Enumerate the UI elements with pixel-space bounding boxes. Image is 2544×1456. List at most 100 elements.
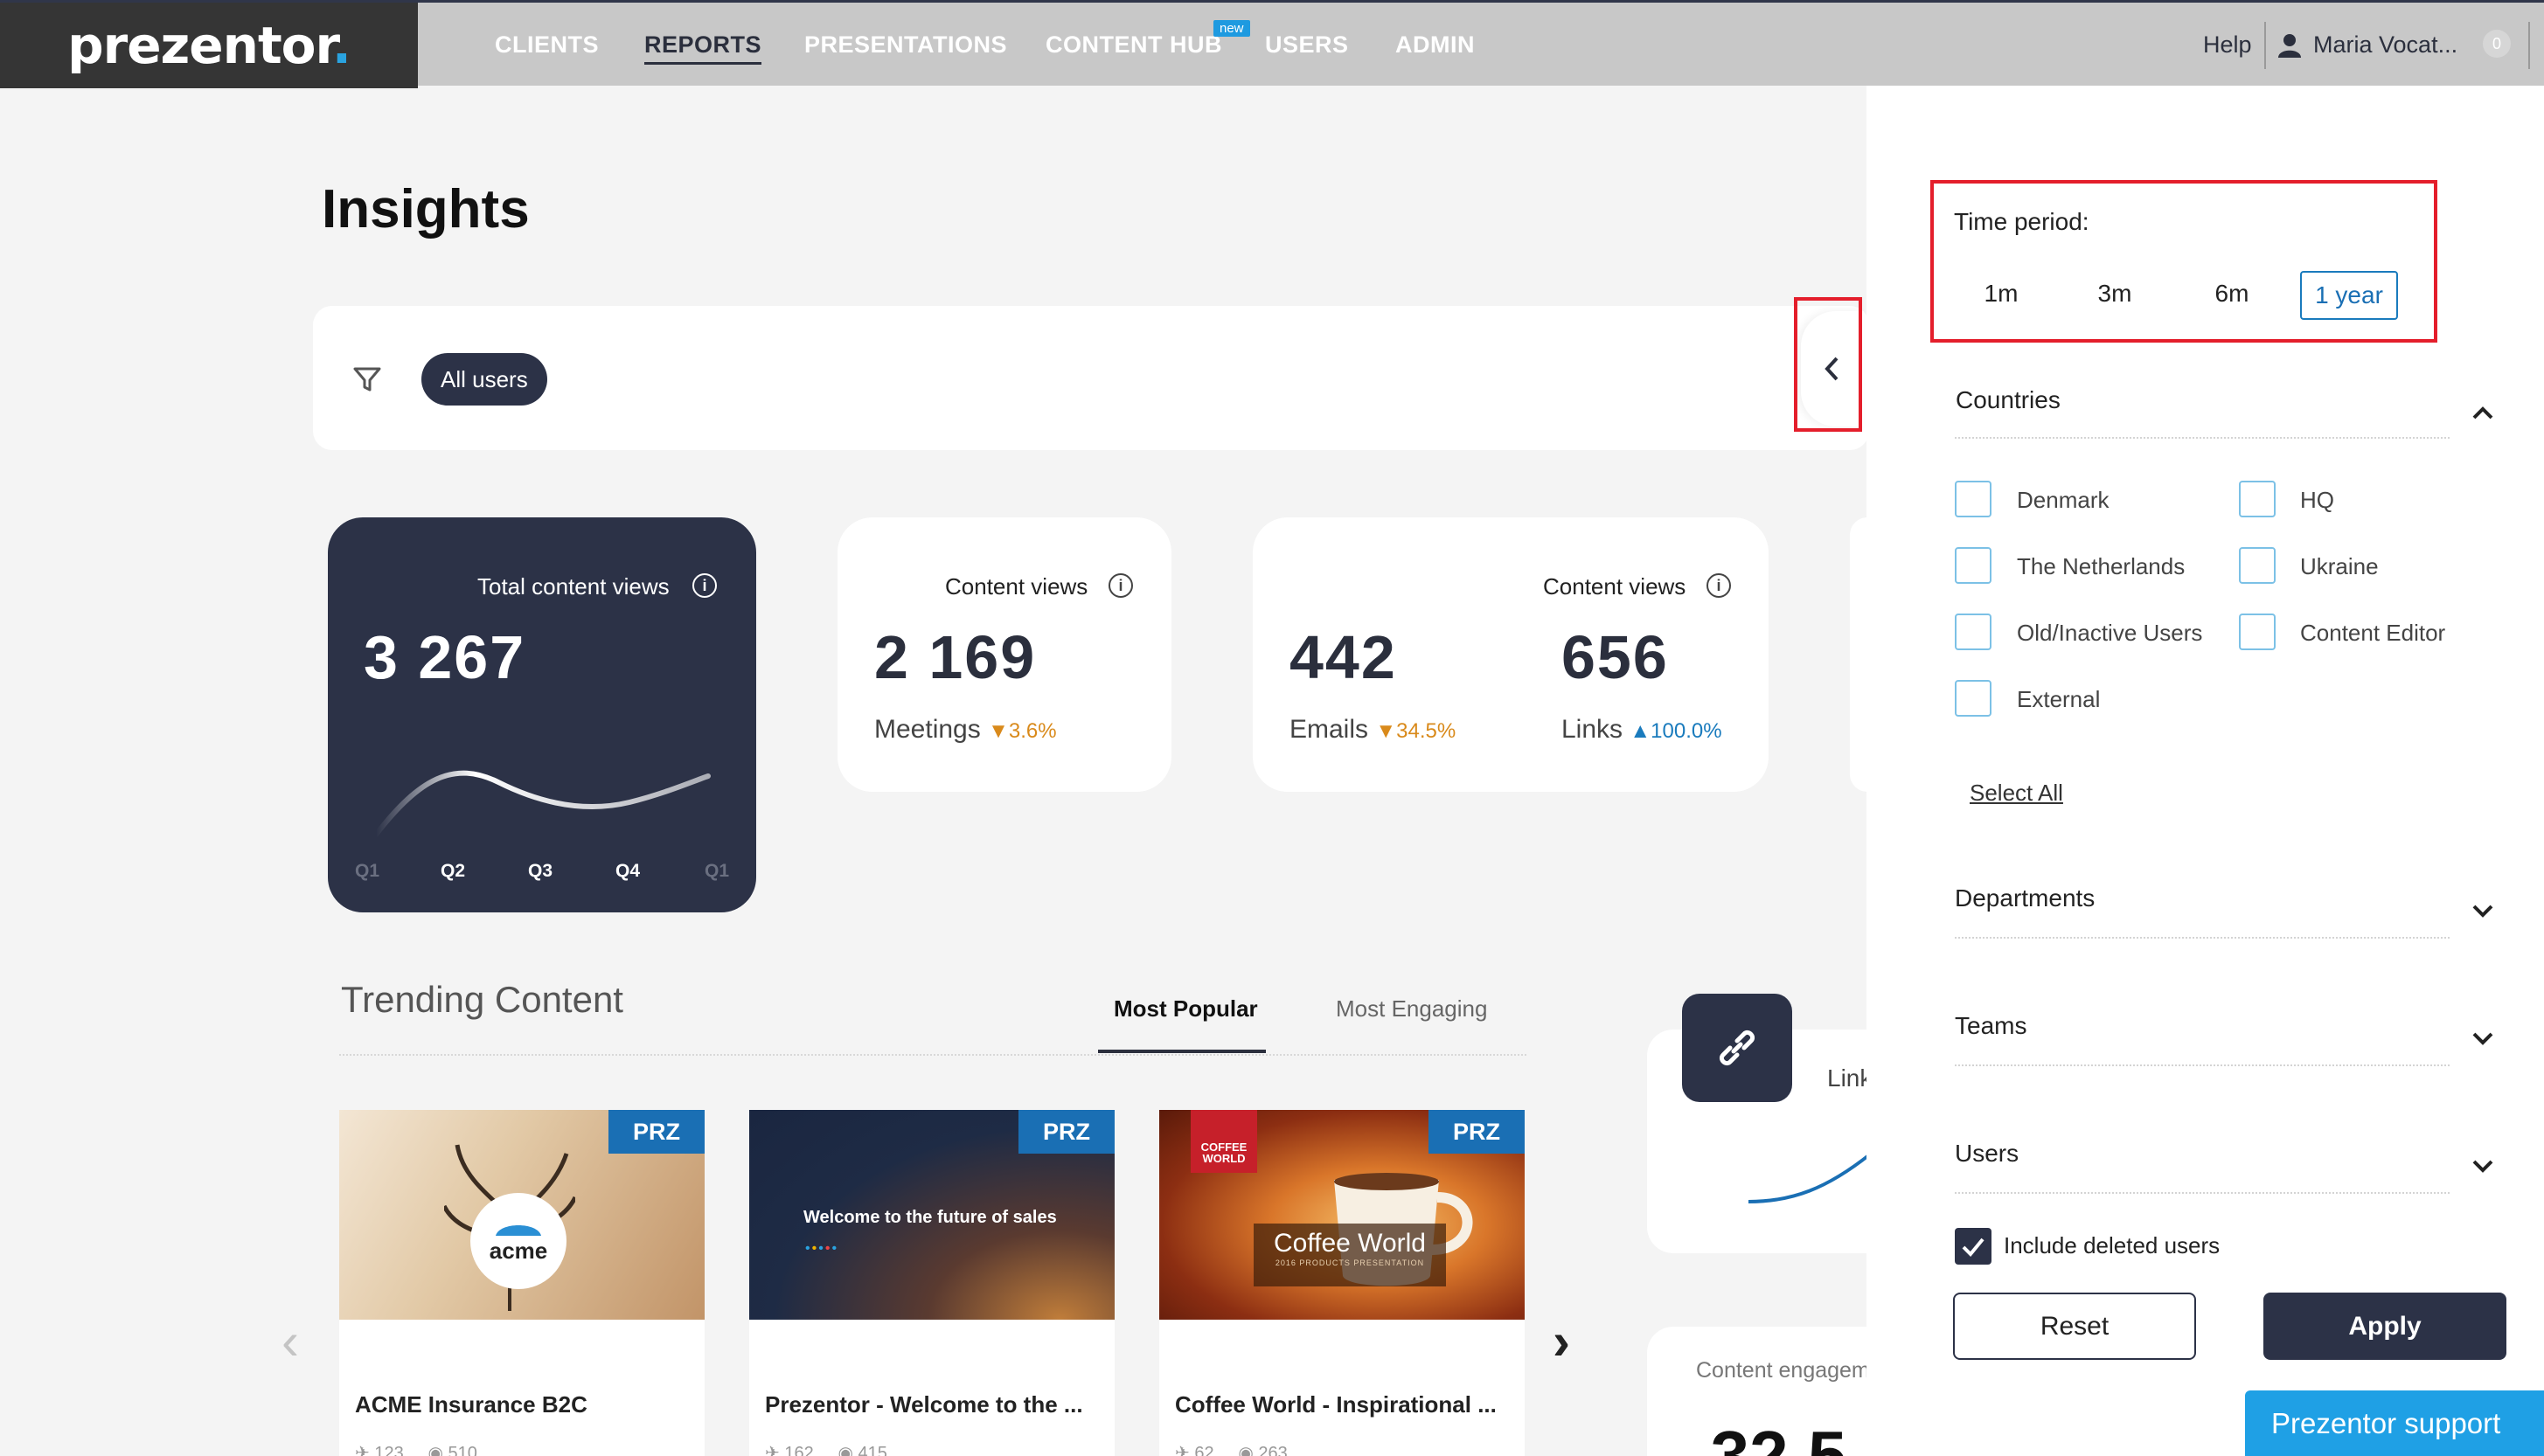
card-stats: ✈ 62 ◉ 263 [1175, 1442, 1288, 1456]
total-views-sparkline [373, 770, 711, 837]
card-thumbnail: acme PRZ [339, 1110, 705, 1320]
meetings-label: Meetings [874, 715, 981, 744]
logo-text: prezentor [67, 16, 333, 75]
view-count: 415 [858, 1444, 887, 1456]
country-label: External [2017, 686, 2101, 712]
coffee-world-banner: Coffee World 2016 PRODUCTS PRESENTATION [1254, 1224, 1446, 1286]
content-card[interactable]: acme PRZ ACME Insurance B2C ✈ 123 ◉ 510 [339, 1110, 705, 1456]
chevron-down-icon[interactable] [2467, 895, 2499, 926]
info-icon[interactable]: i [1109, 573, 1133, 598]
new-badge: new [1213, 20, 1250, 37]
include-deleted-checkbox[interactable] [1955, 1228, 1991, 1265]
quarter-label: Q4 [615, 861, 641, 881]
country-label: Content Editor [2300, 620, 2446, 646]
page-title: Insights [322, 179, 530, 239]
info-icon[interactable]: i [692, 573, 717, 598]
tab-most-engaging[interactable]: Most Engaging [1336, 995, 1487, 1023]
checkbox-old-inactive-users[interactable] [1955, 614, 1991, 650]
checkbox-the-netherlands[interactable] [1955, 547, 1991, 584]
trending-content-title: Trending Content [341, 979, 623, 1020]
divider [1955, 937, 2450, 939]
highlight-box-collapse [1794, 297, 1862, 432]
nav-content-hub[interactable]: CONTENT HUB [1046, 31, 1222, 59]
departments-header[interactable]: Departments [1955, 884, 2095, 912]
quarter-label: Q2 [441, 861, 466, 881]
country-label: The Netherlands [2017, 553, 2186, 579]
engagement-value: -32.5 [1687, 1417, 1847, 1456]
kpi-meetings-label: Content views [945, 573, 1088, 600]
link-card-label: Link [1827, 1064, 1873, 1092]
kpi-emails-links-label: Content views [1543, 573, 1686, 600]
nav-users[interactable]: USERS [1265, 31, 1349, 59]
time-option-3m[interactable]: 3m [2084, 271, 2145, 320]
sent-count: 62 [1194, 1444, 1214, 1456]
user-menu[interactable]: Maria Vocat... [2313, 31, 2457, 59]
user-icon [2278, 34, 2301, 58]
nav-clients[interactable]: CLIENTS [495, 31, 599, 59]
send-icon: ✈ [355, 1444, 370, 1456]
emails-pct: 34.5% [1396, 719, 1456, 743]
quarter-label: Q1 [355, 861, 380, 881]
tab-most-popular[interactable]: Most Popular [1114, 995, 1258, 1023]
checkbox-ukraine[interactable] [2239, 547, 2276, 584]
card-title: ACME Insurance B2C [355, 1391, 587, 1418]
content-card[interactable]: COFFEE WORLD Coffee World 2016 PRODUCTS … [1159, 1110, 1525, 1456]
sent-count: 162 [784, 1444, 814, 1456]
quarter-label: Q1 [705, 861, 730, 881]
banner-subtitle: 2016 PRODUCTS PRESENTATION [1275, 1258, 1425, 1267]
carousel-prev-button[interactable]: ‹ [282, 1311, 299, 1371]
info-icon[interactable]: i [1706, 573, 1731, 598]
country-label: Old/Inactive Users [2017, 620, 2203, 646]
divider [1955, 1192, 2450, 1194]
countries-header[interactable]: Countries [1956, 386, 2061, 414]
checkbox-content-editor[interactable] [2239, 614, 2276, 650]
kpi-meetings-sub: Meetings ▼3.6% [874, 715, 1057, 745]
dots-icon: ••••• [805, 1241, 839, 1256]
nav-presentations[interactable]: PRESENTATIONS [804, 31, 1007, 59]
divider [1955, 1064, 2450, 1066]
chevron-down-icon[interactable] [2467, 1150, 2499, 1182]
kpi-emails-sub: Emails ▼34.5% [1289, 715, 1456, 745]
country-label: Ukraine [2300, 553, 2379, 579]
card-stats: ✈ 123 ◉ 510 [355, 1442, 477, 1456]
notification-count[interactable]: 0 [2483, 30, 2511, 58]
nav-reports[interactable]: REPORTS [644, 31, 762, 65]
nav-admin[interactable]: ADMIN [1395, 31, 1475, 59]
logo[interactable]: prezentor. [0, 3, 418, 88]
time-option-6m[interactable]: 6m [2201, 271, 2262, 320]
view-count: 510 [448, 1444, 477, 1456]
users-header[interactable]: Users [1955, 1140, 2019, 1168]
checkbox-external[interactable] [1955, 680, 1991, 717]
chevron-down-icon[interactable] [2467, 1023, 2499, 1054]
checkbox-denmark[interactable] [1955, 481, 1991, 517]
time-option-1-year[interactable]: 1 year [2300, 271, 2398, 320]
trend-down-icon: ▼ [988, 719, 1009, 743]
link-icon [1719, 1030, 1755, 1066]
divider [339, 1054, 1526, 1056]
carousel-next-button[interactable]: › [1553, 1311, 1570, 1371]
reset-button[interactable]: Reset [1953, 1293, 2196, 1360]
support-button[interactable]: Prezentor support [2245, 1390, 2544, 1456]
include-deleted-label: Include deleted users [2004, 1232, 2221, 1258]
kpi-links-sub: Links ▲100.0% [1561, 715, 1722, 745]
filter-icon[interactable] [350, 362, 385, 397]
content-card[interactable]: Welcome to the future of sales ••••• PRZ… [749, 1110, 1115, 1456]
chevron-up-icon[interactable] [2467, 397, 2499, 428]
divider [1955, 437, 2450, 439]
prz-badge: PRZ [608, 1110, 705, 1154]
acme-logo: acme [470, 1193, 566, 1289]
eye-icon: ◉ [427, 1444, 443, 1456]
filter-chip-all-users[interactable]: All users [421, 353, 547, 406]
apply-button[interactable]: Apply [2263, 1293, 2506, 1360]
select-all-link[interactable]: Select All [1970, 780, 2063, 807]
header-divider [2264, 22, 2266, 69]
teams-header[interactable]: Teams [1955, 1012, 2026, 1040]
checkbox-hq[interactable] [2239, 481, 2276, 517]
umbrella-icon [496, 1224, 541, 1236]
kpi-meetings-value: 2 169 [874, 623, 1037, 691]
prz-badge: PRZ [1018, 1110, 1115, 1154]
help-link[interactable]: Help [2203, 31, 2252, 59]
kpi-links-value: 656 [1561, 623, 1669, 691]
time-option-1m[interactable]: 1m [1971, 271, 2032, 320]
thumbnail-text: Welcome to the future of sales [803, 1208, 1057, 1227]
